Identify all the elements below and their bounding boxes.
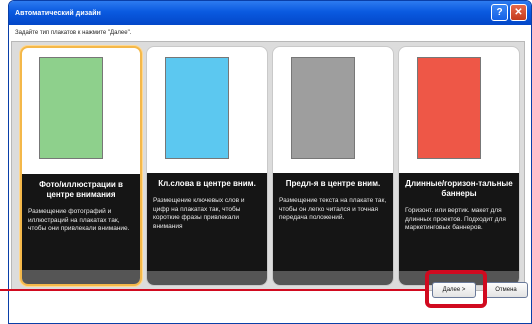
window-title: Автоматический дизайн	[15, 9, 101, 17]
close-button[interactable]: ✕	[510, 4, 527, 21]
layout-preview-photo	[39, 57, 103, 159]
card-caption: Кл.слова в центре вним. Размещение ключе…	[147, 173, 267, 273]
poster-type-card-keywords[interactable]: Кл.слова в центре вним. Размещение ключе…	[146, 46, 268, 286]
card-caption: Предл-я в центре вним. Размещение текста…	[273, 173, 393, 273]
card-footer	[147, 271, 267, 285]
poster-type-card-sentences[interactable]: Предл-я в центре вним. Размещение текста…	[272, 46, 394, 286]
poster-type-card-photo[interactable]: Фото/иллюстрации в центре внимания Разме…	[20, 46, 142, 286]
card-footer	[273, 271, 393, 285]
window-controls: ? ✕	[491, 4, 527, 21]
card-title: Длинные/горизон-тальные баннеры	[405, 179, 513, 198]
next-button-highlight	[425, 270, 487, 308]
cancel-button[interactable]: Отмена	[484, 282, 528, 298]
poster-type-panel: Фото/иллюстрации в центре внимания Разме…	[11, 41, 525, 291]
card-caption: Фото/иллюстрации в центре внимания Разме…	[22, 174, 140, 274]
card-description: Размещение текста на плакате так, чтобы …	[279, 197, 387, 221]
card-description: Горизонт. или вертик. макет для длинных …	[405, 207, 506, 231]
card-description: Размещение фотографий и иллюстраций на п…	[28, 208, 130, 232]
card-title: Фото/иллюстрации в центре внимания	[39, 180, 123, 199]
poster-type-card-banners[interactable]: Длинные/горизон-тальные баннеры Горизонт…	[398, 46, 520, 286]
layout-preview-keywords	[165, 57, 229, 159]
layout-preview-banners	[417, 57, 481, 159]
card-footer	[22, 270, 140, 284]
card-title: Предл-я в центре вним.	[285, 179, 381, 188]
title-bar[interactable]: Автоматический дизайн ? ✕	[9, 1, 531, 25]
help-button[interactable]: ?	[491, 4, 508, 21]
instruction-text: Задайте тип плакатов к нажмите "Далее".	[15, 30, 132, 36]
card-title: Кл.слова в центре вним.	[158, 179, 256, 188]
card-description: Размещение ключевых слов и цифр на плака…	[153, 197, 245, 230]
card-caption: Длинные/горизон-тальные баннеры Горизонт…	[399, 173, 519, 273]
callout-pointer-line	[0, 289, 426, 291]
layout-preview-sentences	[291, 57, 355, 159]
